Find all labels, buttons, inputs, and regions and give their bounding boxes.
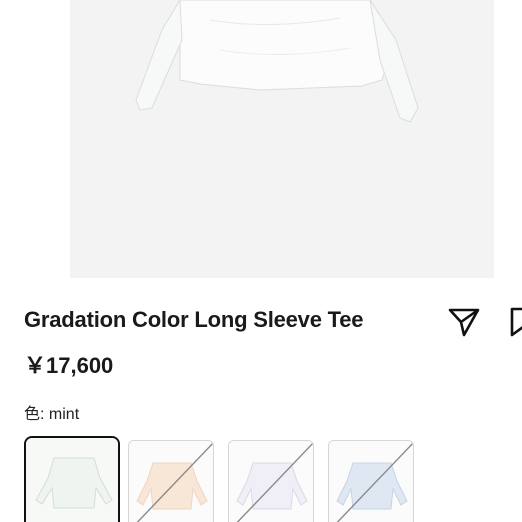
share-icon — [448, 308, 480, 337]
product-image[interactable] — [70, 0, 494, 278]
swatch-mint[interactable] — [24, 436, 120, 522]
tee-image — [135, 0, 419, 123]
swatch-blue-image — [329, 441, 413, 522]
color-selection: 色: mint — [24, 400, 79, 424]
product-title: Gradation Color Long Sleeve Tee — [24, 307, 364, 332]
swatch-lavender-image — [229, 441, 313, 522]
swatch-peach[interactable] — [128, 440, 214, 522]
product-page: Gradation Color Long Sleeve Tee ￥17,600 … — [0, 0, 522, 522]
swatch-mint-image — [26, 438, 118, 522]
swatch-blue[interactable] — [328, 440, 414, 522]
swatch-peach-image — [129, 441, 213, 522]
swatch-lavender[interactable] — [228, 440, 314, 522]
bookmark-button[interactable] — [508, 305, 522, 339]
color-swatches — [24, 436, 522, 522]
color-value: mint — [48, 406, 80, 423]
color-label: 色: — [24, 406, 49, 423]
title-row: Gradation Color Long Sleeve Tee — [24, 305, 522, 339]
product-price: ￥17,600 — [24, 353, 114, 378]
share-button[interactable] — [446, 305, 482, 339]
bookmark-icon — [510, 307, 522, 337]
